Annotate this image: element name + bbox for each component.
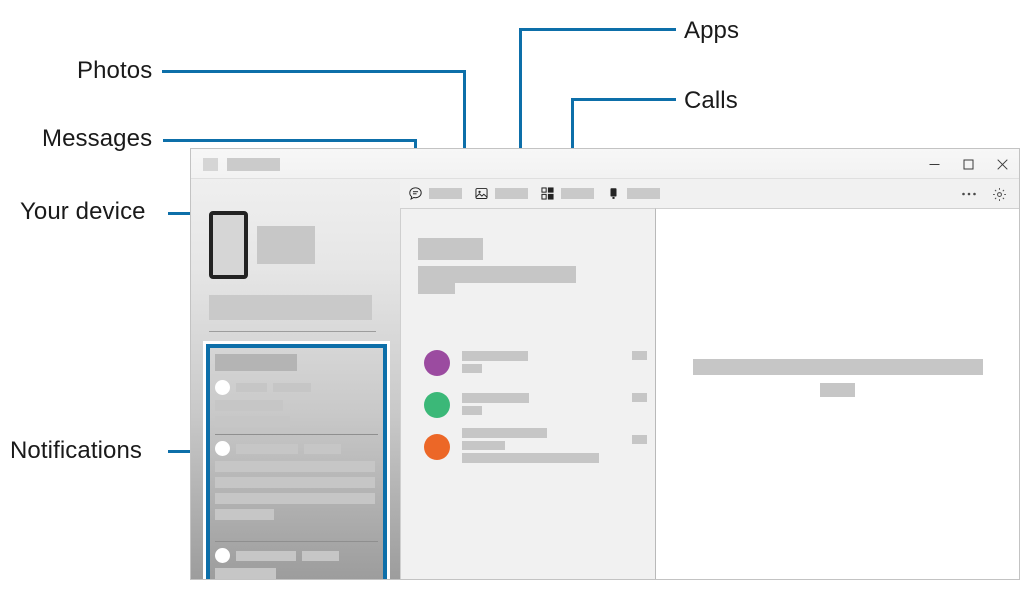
- white-dot-avatar: [215, 441, 230, 456]
- avatar: [424, 350, 450, 376]
- tab-messages[interactable]: [405, 181, 471, 212]
- leader-line-messages-horizontal: [163, 139, 417, 142]
- filter-chip[interactable]: [418, 283, 455, 294]
- empty-state-message: [692, 359, 983, 375]
- tab-messages-label: [429, 187, 462, 199]
- conversation-timestamp: [632, 393, 647, 402]
- notification-timestamp: [302, 550, 339, 561]
- notification-text: [215, 493, 375, 504]
- your-phone-app-window: [190, 148, 1020, 580]
- conversation-name: [462, 350, 528, 361]
- tab-calls[interactable]: [603, 181, 669, 205]
- list-item[interactable]: [412, 342, 647, 384]
- conversation-preview: [462, 405, 482, 415]
- window-titlebar[interactable]: [191, 149, 1019, 179]
- tab-photos-label: [495, 187, 528, 199]
- empty-state-action[interactable]: [820, 383, 855, 397]
- conversation-list[interactable]: [412, 342, 647, 468]
- notifications-header-placeholder: [215, 354, 297, 371]
- minimize-icon[interactable]: [917, 149, 951, 179]
- message-bubble-icon: [407, 185, 423, 201]
- callout-label-apps: Apps: [684, 17, 740, 44]
- conversation-name: [462, 392, 529, 403]
- white-dot-avatar: [215, 548, 230, 563]
- notification-app-name: [236, 383, 267, 392]
- conversation-timestamp: [632, 435, 647, 444]
- callout-label-calls: Calls: [684, 87, 738, 114]
- tab-calls-label: [627, 187, 660, 199]
- notification-title: [215, 568, 276, 579]
- notification-divider: [215, 434, 378, 435]
- notification-app-name: [236, 550, 296, 561]
- notification-group[interactable]: [213, 441, 380, 520]
- panel-heading-placeholder: [418, 238, 483, 260]
- notifications-highlight-frame: [203, 341, 390, 579]
- apps-grid-icon: [539, 185, 555, 201]
- conversation-name: [462, 428, 547, 438]
- conversation-panel-header: [418, 238, 576, 294]
- conversation-text: [462, 428, 632, 466]
- tab-apps[interactable]: [537, 181, 603, 205]
- conversation-text: [462, 350, 632, 376]
- tab-apps-label: [561, 187, 594, 199]
- app-logo-icon: [203, 158, 218, 171]
- sidebar-divider: [209, 331, 376, 332]
- phone-outline-icon: [209, 211, 248, 279]
- device-screen-thumbnail: [257, 226, 315, 264]
- leader-line-photos-horizontal: [162, 70, 466, 73]
- conversation-preview: [462, 441, 505, 450]
- tab-photos[interactable]: [471, 181, 537, 205]
- conversation-preview-second-line: [462, 453, 599, 463]
- notifications-list[interactable]: [213, 351, 380, 579]
- notification-text: [215, 416, 290, 427]
- leader-line-calls-horizontal: [571, 98, 676, 101]
- list-item[interactable]: [412, 426, 647, 468]
- avatar: [424, 392, 450, 418]
- callout-label-your-device: Your device: [20, 198, 146, 225]
- main-tabstrip: [400, 179, 1019, 212]
- notification-divider: [215, 541, 378, 542]
- conversation-timestamp: [632, 351, 647, 360]
- photo-icon: [473, 185, 489, 201]
- window-title: [227, 158, 280, 171]
- callout-label-photos: Photos: [77, 57, 153, 84]
- close-icon[interactable]: [985, 149, 1019, 179]
- leader-line-apps-horizontal: [519, 28, 676, 31]
- notification-title: [215, 461, 375, 472]
- conversation-list-panel: [400, 208, 655, 579]
- notification-group[interactable]: [213, 354, 380, 427]
- message-detail-panel: [655, 208, 1019, 579]
- window-controls: [917, 149, 1019, 179]
- avatar: [424, 434, 450, 460]
- notification-action[interactable]: [215, 509, 274, 520]
- callout-label-messages: Messages: [42, 125, 153, 152]
- maximize-icon[interactable]: [951, 149, 985, 179]
- white-dot-avatar: [215, 380, 230, 395]
- search-input[interactable]: [418, 266, 576, 283]
- device-sidebar: [191, 179, 400, 579]
- callout-label-notifications: Notifications: [10, 437, 143, 464]
- conversation-text: [462, 392, 632, 418]
- notification-timestamp: [304, 443, 341, 454]
- phone-device-icon: [605, 185, 621, 201]
- conversation-preview: [462, 363, 482, 373]
- notification-app-name: [236, 443, 298, 454]
- device-status-bar-placeholder: [209, 295, 372, 320]
- notification-timestamp: [273, 383, 311, 392]
- empty-state-content: [656, 359, 1019, 397]
- list-item[interactable]: [412, 384, 647, 426]
- notification-group[interactable]: [213, 548, 380, 579]
- notification-title: [215, 400, 283, 411]
- notification-text: [215, 477, 375, 488]
